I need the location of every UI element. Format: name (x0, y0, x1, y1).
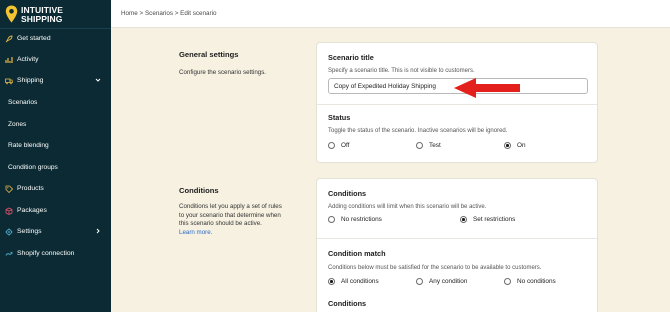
conditions-label: Conditions (328, 189, 367, 198)
sidebar-item-shopify-connection[interactable]: Shopify connection (0, 243, 111, 264)
sidebar-item-scenarios[interactable]: Scenarios (0, 92, 111, 113)
radio-label: Set restrictions (473, 216, 516, 223)
radio-circle (416, 142, 423, 149)
sidebar-item-rate-blending[interactable]: Rate blending (0, 135, 111, 156)
radio-circle (328, 216, 335, 223)
brand-name: INTUITIVE SHIPPING (21, 6, 63, 24)
sidebar-item-label: Scenarios (8, 99, 38, 106)
sidebar-item-label: Activity (17, 56, 39, 63)
card-divider (317, 238, 597, 239)
all-conditions-radio[interactable]: All conditions (328, 278, 379, 285)
chart-icon (5, 56, 13, 63)
conditions-description-line: Conditions let you apply a set of rules (179, 203, 282, 210)
general-settings-description: Configure the scenario settings. (179, 69, 267, 76)
general-settings-card: Scenario title Specify a scenario title.… (316, 42, 598, 163)
sidebar-item-packages[interactable]: Packages (0, 200, 111, 221)
radio-label: All conditions (341, 278, 379, 285)
sidebar-item-label: Rate blending (8, 142, 49, 149)
radio-circle (328, 142, 335, 149)
radio-circle-selected (460, 216, 467, 223)
breadcrumb[interactable]: Home > Scenarios > Edit scenario (121, 10, 217, 17)
conditions-sub-label: Conditions (328, 299, 367, 308)
sidebar-item-label: Packages (17, 207, 47, 214)
status-off-radio[interactable]: Off (328, 142, 349, 149)
sidebar-item-shipping[interactable]: Shipping (0, 70, 111, 91)
scenario-title-value: Copy of Expedited Holiday Shipping (334, 82, 436, 90)
top-bar: Home > Scenarios > Edit scenario (111, 0, 670, 28)
link-icon (5, 251, 13, 256)
sidebar-item-products[interactable]: Products (0, 178, 111, 199)
gear-icon (5, 228, 13, 235)
annotation-arrow-icon (454, 78, 520, 98)
sidebar-item-label: Settings (17, 228, 42, 235)
sidebar-item-label: Zones (8, 121, 27, 128)
set-restrictions-radio[interactable]: Set restrictions (460, 216, 515, 223)
brand-line-2: SHIPPING (21, 14, 63, 24)
conditions-description: Conditions let you apply a set of rules … (179, 203, 282, 237)
sidebar-item-activity[interactable]: Activity (0, 49, 111, 70)
status-test-radio[interactable]: Test (416, 142, 441, 149)
radio-label: No conditions (517, 278, 556, 285)
radio-label: On (517, 142, 526, 149)
rocket-icon (5, 35, 13, 42)
sidebar-item-label: Get started (17, 35, 51, 42)
sidebar-item-label: Shopify connection (17, 250, 75, 257)
radio-circle (504, 278, 511, 285)
box-icon (5, 207, 13, 215)
sidebar-item-label: Shipping (17, 77, 44, 84)
sidebar-item-condition-groups[interactable]: Condition groups (0, 157, 111, 178)
no-restrictions-radio[interactable]: No restrictions (328, 216, 382, 223)
sidebar: INTUITIVE SHIPPING Get started Activity … (0, 0, 111, 312)
brand-logo[interactable]: INTUITIVE SHIPPING (4, 4, 108, 26)
truck-icon (5, 78, 13, 84)
general-settings-heading: General settings (179, 50, 239, 59)
conditions-card-description: Adding conditions will limit when this s… (328, 204, 487, 210)
conditions-description-line: to your scenario that determine when (179, 211, 281, 219)
sidebar-item-get-started[interactable]: Get started (0, 28, 111, 49)
conditions-card: Conditions Adding conditions will limit … (316, 178, 598, 312)
conditions-heading: Conditions (179, 186, 219, 195)
radio-label: Off (341, 142, 350, 149)
radio-label: No restrictions (341, 216, 382, 223)
conditions-description-line: this scenario should be active. (179, 220, 262, 227)
radio-label: Any condition (429, 278, 468, 285)
radio-circle (416, 278, 423, 285)
location-pin-icon (5, 5, 18, 23)
card-divider (317, 104, 597, 105)
sidebar-item-label: Condition groups (8, 164, 58, 171)
status-description: Toggle the status of the scenario. Inact… (328, 128, 508, 134)
condition-match-label: Condition match (328, 249, 386, 258)
radio-label: Test (429, 142, 441, 149)
scenario-title-label: Scenario title (328, 53, 374, 62)
chevron-right-icon (96, 228, 100, 234)
chevron-down-icon (95, 78, 101, 82)
sidebar-item-settings[interactable]: Settings (0, 221, 111, 242)
no-conditions-radio[interactable]: No conditions (504, 278, 556, 285)
scenario-title-description: Specify a scenario title. This is not vi… (328, 68, 475, 74)
status-label: Status (328, 113, 351, 122)
radio-circle-selected (504, 142, 511, 149)
tag-icon (5, 185, 13, 193)
sidebar-item-zones[interactable]: Zones (0, 114, 111, 135)
status-on-radio[interactable]: On (504, 142, 526, 149)
radio-circle-selected (328, 278, 335, 285)
condition-match-description: Conditions below must be satisfied for t… (328, 265, 542, 271)
sidebar-item-label: Products (17, 185, 44, 192)
learn-more-link[interactable]: Learn more. (179, 229, 282, 238)
any-condition-radio[interactable]: Any condition (416, 278, 467, 285)
